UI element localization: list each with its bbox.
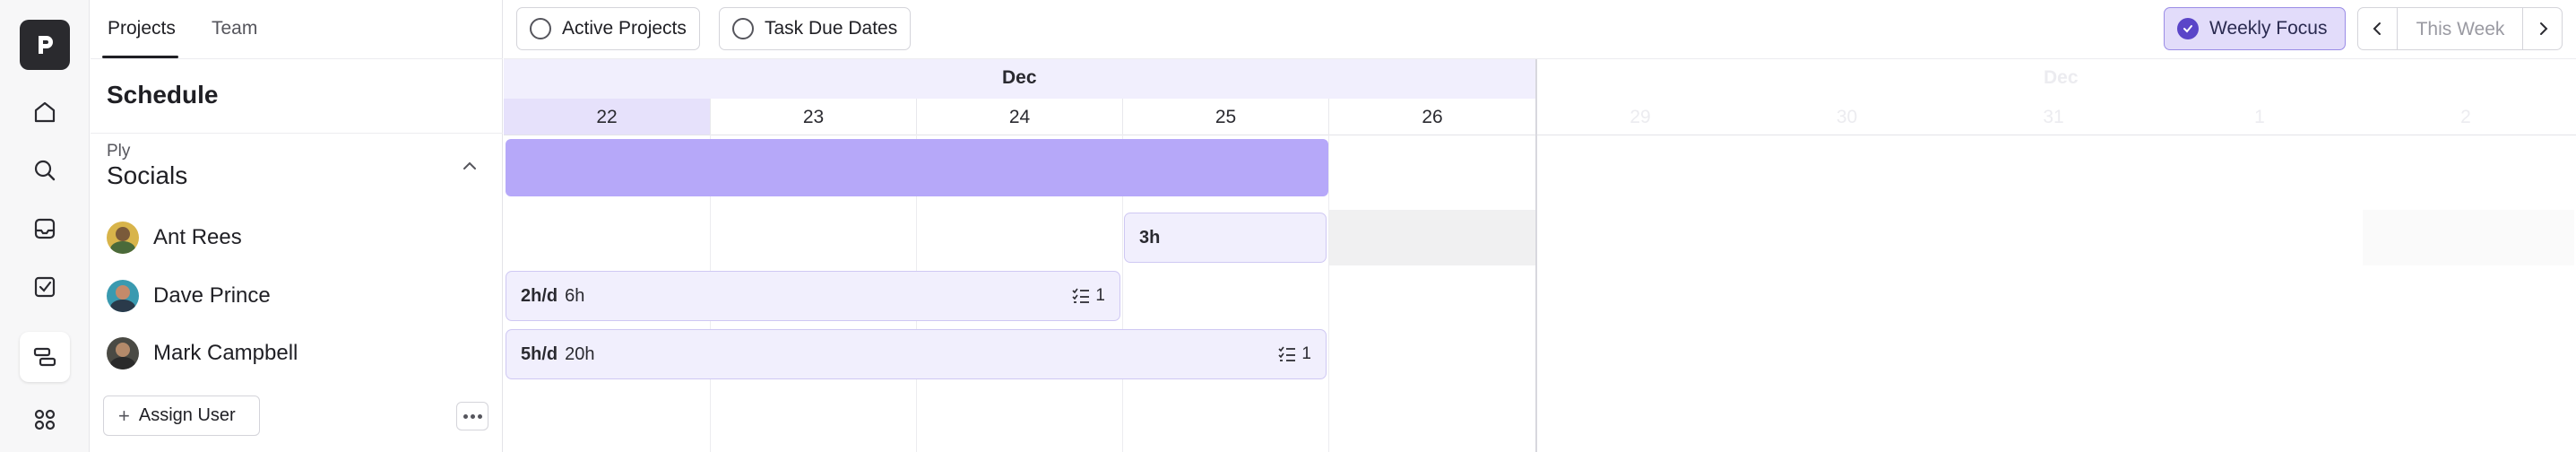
user-name: Ant Rees	[153, 225, 242, 249]
allocation-total: 20h	[565, 343, 595, 364]
day-header: 26	[1328, 99, 1535, 135]
avatar	[107, 280, 139, 312]
unavailable-cell	[2363, 210, 2574, 265]
allocation-rate: 2h/d	[521, 285, 558, 306]
day-header: 31	[2043, 107, 2064, 127]
day-header: 30	[1836, 107, 1858, 127]
user-row[interactable]: Ant Rees	[107, 220, 242, 256]
assign-user-label: Assign User	[138, 405, 236, 425]
day-header: 1	[2254, 107, 2265, 127]
radio-icon	[732, 18, 754, 39]
day-header: 29	[1629, 107, 1651, 127]
day-header: 25	[1122, 99, 1328, 135]
tasks-icon[interactable]	[20, 262, 70, 312]
user-name: Dave Prince	[153, 283, 271, 308]
day-header: 23	[710, 99, 916, 135]
home-icon[interactable]	[20, 87, 70, 137]
project-name[interactable]: Socials	[107, 161, 187, 190]
user-row[interactable]: Mark Campbell	[107, 335, 298, 371]
month-header-next: Dec	[1536, 59, 2576, 99]
day-header: 22	[504, 99, 710, 135]
allocation-bar[interactable]: 3h	[1124, 213, 1327, 263]
more-options-button[interactable]	[456, 402, 488, 430]
user-name: Mark Campbell	[153, 341, 298, 365]
weekly-focus-toggle[interactable]: Weekly Focus	[2164, 7, 2346, 50]
chevron-up-icon[interactable]	[458, 154, 481, 178]
week-separator	[1535, 59, 1537, 452]
task-due-dates-toggle[interactable]: Task Due Dates	[719, 7, 912, 50]
filter-label: Task Due Dates	[765, 18, 898, 39]
filter-label: Active Projects	[562, 18, 687, 39]
task-count: 1	[1072, 286, 1105, 306]
this-week-button[interactable]: This Week	[2398, 19, 2523, 40]
page-title: Schedule	[107, 81, 219, 109]
inbox-icon[interactable]	[20, 204, 70, 254]
task-count: 1	[1278, 344, 1311, 364]
allocation-bar[interactable]: 2h/d 6h 1	[506, 271, 1120, 321]
schedule-toolbar: Active Projects Task Due Dates Weekly Fo…	[504, 0, 2576, 59]
task-list-icon	[1278, 346, 1296, 361]
tab-team[interactable]: Team	[212, 18, 257, 39]
check-icon	[2177, 18, 2199, 39]
active-projects-toggle[interactable]: Active Projects	[516, 7, 700, 50]
client-name: Ply	[107, 142, 131, 161]
grid-line	[1328, 135, 1329, 452]
chevron-left-icon[interactable]	[2358, 8, 2398, 49]
more-icon	[462, 413, 482, 419]
task-count-value: 1	[1095, 286, 1105, 305]
panel-tabs: Projects Team	[91, 0, 503, 59]
unavailable-cell	[1329, 210, 1535, 265]
icon-rail	[0, 0, 90, 452]
avatar	[107, 222, 139, 254]
month-header: Dec	[504, 59, 1535, 99]
plus-icon: +	[118, 404, 130, 427]
weekly-focus-label: Weekly Focus	[2209, 18, 2328, 39]
user-row[interactable]: Dave Prince	[107, 278, 271, 314]
schedule-panel: Projects Team Schedule Ply Socials Ant R…	[91, 0, 503, 452]
schedule-calendar: Dec Dec 22 23 24 25 26 29 30 31 1 2 3h 2…	[504, 59, 2576, 452]
avatar	[107, 337, 139, 369]
allocation-total: 6h	[565, 285, 585, 306]
day-header: 24	[916, 99, 1122, 135]
week-navigator: This Week	[2357, 7, 2563, 50]
month-label: Dec	[1002, 67, 1037, 88]
task-list-icon	[1072, 288, 1090, 303]
day-header: 2	[2460, 107, 2471, 127]
task-count-value: 1	[1301, 344, 1311, 363]
logo-icon[interactable]	[20, 20, 70, 70]
project-bar[interactable]	[506, 139, 1328, 196]
allocation-rate: 5h/d	[521, 343, 558, 364]
month-label: Dec	[2044, 67, 2079, 88]
radio-icon	[530, 18, 551, 39]
allocation-total: 3h	[1139, 227, 1161, 248]
tab-projects[interactable]: Projects	[108, 18, 176, 39]
search-icon[interactable]	[20, 145, 70, 196]
apps-icon[interactable]	[20, 395, 70, 445]
assign-user-button[interactable]: + Assign User	[103, 396, 260, 436]
chevron-right-icon[interactable]	[2522, 8, 2562, 49]
active-tab-indicator	[102, 56, 178, 58]
allocation-bar[interactable]: 5h/d 20h 1	[506, 329, 1327, 379]
schedule-icon[interactable]	[20, 332, 70, 382]
divider	[91, 133, 503, 134]
